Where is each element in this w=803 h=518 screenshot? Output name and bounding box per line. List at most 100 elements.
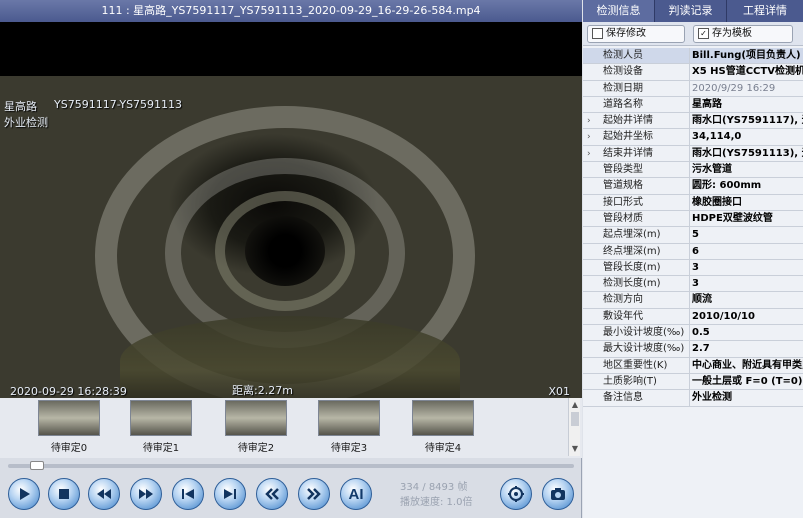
property-value[interactable]: 雨水口(YS7591113), 无 — [689, 145, 803, 162]
property-value[interactable]: HDPE双壁波纹管 — [689, 210, 803, 227]
property-value[interactable]: 2010/10/10 — [689, 308, 803, 325]
snapshot-label: 待审定2 — [237, 443, 275, 454]
property-row[interactable]: 地区重要性(K) 中心商业、附近具有甲类民 — [583, 357, 803, 374]
property-value[interactable]: 一般土层或 F=0 (T=0) — [689, 373, 803, 390]
snapshot-thumb[interactable]: 待审定1 — [130, 400, 192, 454]
expand-icon[interactable]: › — [587, 146, 597, 161]
property-value[interactable]: 雨水口(YS7591117), 无 — [689, 113, 803, 129]
snapshot-thumb[interactable]: 待审定0 — [38, 400, 100, 454]
property-value[interactable]: 2.7 — [689, 341, 803, 357]
property-value[interactable]: 星高路 — [689, 96, 803, 113]
property-value[interactable]: 中心商业、附近具有甲类民 — [689, 357, 803, 373]
tab-interpretation-records[interactable]: 判读记录 — [655, 0, 727, 22]
property-value[interactable]: 外业检测 — [689, 390, 803, 406]
snapshot-label: 待审定1 — [142, 443, 180, 454]
snapshot-label: 待审定3 — [330, 443, 368, 454]
double-chevron-right-icon — [307, 488, 321, 500]
tab-inspection-info[interactable]: 检测信息 — [583, 0, 655, 22]
property-value[interactable]: 5 — [689, 227, 803, 243]
cctv-inspection-app: 111 : 星高路_YS7591117_YS7591113_2020-09-29… — [0, 0, 803, 518]
scroll-thumb[interactable] — [571, 412, 579, 426]
property-value[interactable]: 污水管道 — [689, 162, 803, 178]
rewind-icon — [97, 489, 111, 499]
playback-slider-knob[interactable] — [30, 461, 44, 470]
property-row[interactable]: › 起始井详情 雨水口(YS7591117), 无 — [583, 113, 803, 130]
fullscreen-button[interactable] — [500, 478, 532, 510]
property-row[interactable]: 最小设计坡度(‰) 0.5 — [583, 325, 803, 342]
video-pane: 111 : 星高路_YS7591117_YS7591113_2020-09-29… — [0, 0, 582, 518]
property-row[interactable]: 管段类型 污水管道 — [583, 162, 803, 179]
play-button[interactable] — [8, 478, 40, 510]
property-value[interactable]: 顺流 — [689, 292, 803, 308]
snapshot-image — [412, 400, 474, 436]
property-row[interactable]: 土质影响(T) 一般土层或 F=0 (T=0) — [583, 373, 803, 391]
property-key: 检测方向 — [603, 294, 643, 306]
property-row[interactable]: 检测设备 X5 HS管道CCTV检测机器 — [583, 64, 803, 81]
screenshot-button[interactable] — [542, 478, 574, 510]
ai-detect-button[interactable]: AI — [340, 478, 372, 510]
playback-slider[interactable] — [8, 461, 574, 470]
property-row[interactable]: 管段长度(m) 3 — [583, 259, 803, 277]
save-as-template-button[interactable]: ✓ 存为模板 — [693, 25, 793, 43]
snapshot-thumb[interactable]: 待审定3 — [318, 400, 380, 454]
property-value[interactable]: 2020/9/29 16:29 — [689, 80, 803, 96]
snapshot-scrollbar[interactable]: ▲ ▼ — [568, 398, 580, 456]
property-row[interactable]: 管道规格 圆形: 600mm — [583, 178, 803, 195]
property-key: 接口形式 — [603, 196, 643, 208]
property-row[interactable]: 检测方向 顺流 — [583, 292, 803, 309]
property-row[interactable]: 最大设计坡度(‰) 2.7 — [583, 341, 803, 358]
next-frame-button[interactable] — [214, 478, 246, 510]
frame-info: 334 / 8493 帧 播放速度: 1.0倍 — [400, 480, 490, 510]
tab-project-details[interactable]: 工程详情 — [727, 0, 803, 22]
snapshot-thumb[interactable]: 待审定4 — [412, 400, 474, 454]
fast-forward-button[interactable] — [130, 478, 162, 510]
property-row[interactable]: 检测日期 2020/9/29 16:29 — [583, 80, 803, 97]
step-forward-button[interactable] — [298, 478, 330, 510]
property-key: 最小设计坡度(‰) — [603, 327, 685, 339]
previous-frame-button[interactable] — [172, 478, 204, 510]
property-row[interactable]: 管段材质 HDPE双壁波纹管 — [583, 210, 803, 228]
property-key: 管段材质 — [603, 212, 643, 224]
property-row[interactable]: 检测长度(m) 3 — [583, 276, 803, 293]
property-value[interactable]: 6 — [689, 243, 803, 259]
rewind-button[interactable] — [88, 478, 120, 510]
stop-button[interactable] — [48, 478, 80, 510]
property-value[interactable]: 3 — [689, 276, 803, 292]
skip-forward-icon — [224, 489, 236, 499]
property-value[interactable]: 橡胶圈接口 — [689, 194, 803, 210]
expand-icon[interactable]: › — [587, 129, 597, 144]
snapshot-image — [38, 400, 100, 436]
fast-forward-icon — [139, 489, 153, 499]
property-row[interactable]: › 结束井详情 雨水口(YS7591113), 无 — [583, 145, 803, 163]
scroll-down-icon[interactable]: ▼ — [570, 444, 580, 454]
frame-counter: 334 / 8493 帧 — [400, 482, 468, 493]
save-changes-button[interactable]: 保存修改 — [587, 25, 685, 43]
property-value[interactable]: 0.5 — [689, 325, 803, 341]
property-value[interactable]: 3 — [689, 259, 803, 276]
property-value[interactable]: X5 HS管道CCTV检测机器 — [689, 64, 803, 80]
skip-back-icon — [182, 489, 194, 499]
step-back-button[interactable] — [256, 478, 288, 510]
video-player[interactable]: 星高路 YS7591117-YS7591113 外业检测 2020-09-29 … — [0, 22, 582, 398]
property-row[interactable]: 接口形式 橡胶圈接口 — [583, 194, 803, 211]
property-grid: 检测人员 Bill.Fung(项目负责人) 检测设备 X5 HS管道CCTV检测机器… — [583, 48, 803, 407]
property-row[interactable]: 终点埋深(m) 6 — [583, 243, 803, 260]
property-key: 敷设年代 — [603, 310, 643, 322]
property-value[interactable]: Bill.Fung(项目负责人) — [689, 48, 803, 64]
save-changes-label: 保存修改 — [606, 28, 646, 39]
property-row[interactable]: 检测人员 Bill.Fung(项目负责人) — [583, 48, 803, 65]
scroll-up-icon[interactable]: ▲ — [570, 400, 580, 410]
property-row[interactable]: 敷设年代 2010/10/10 — [583, 308, 803, 326]
property-key: 地区重要性(K) — [603, 359, 668, 371]
property-value[interactable]: 圆形: 600mm — [689, 178, 803, 194]
expand-icon[interactable]: › — [587, 113, 597, 128]
snapshot-thumb[interactable]: 待审定2 — [225, 400, 287, 454]
property-key: 结束井详情 — [603, 147, 653, 159]
property-row[interactable]: › 起始井坐标 34,114,0 — [583, 129, 803, 146]
property-row[interactable]: 道路名称 星高路 — [583, 96, 803, 114]
property-key: 道路名称 — [603, 98, 643, 110]
snapshot-strip: 待审定0 待审定1 待审定2 待审定3 待审定4 ▲ ▼ — [0, 398, 582, 458]
property-value[interactable]: 34,114,0 — [689, 129, 803, 145]
property-row[interactable]: 起点埋深(m) 5 — [583, 227, 803, 244]
property-row[interactable]: 备注信息 外业检测 — [583, 390, 803, 407]
